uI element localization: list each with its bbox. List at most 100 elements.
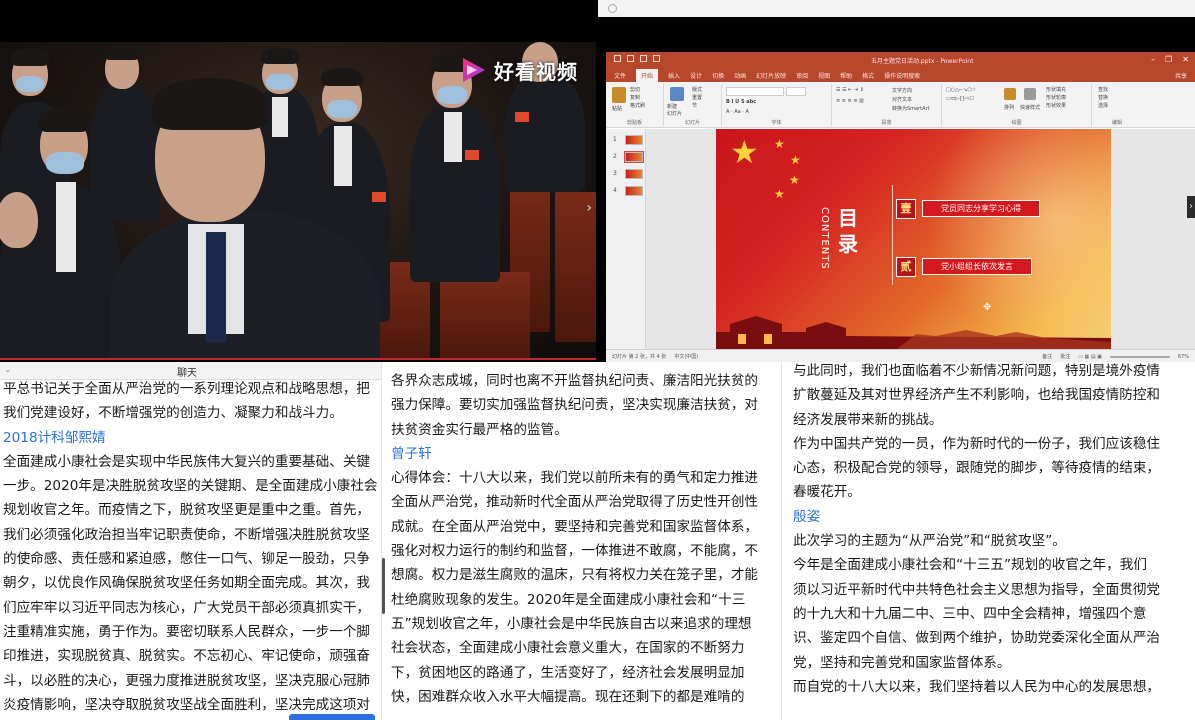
- shapes-gallery[interactable]: □○△⌐↘⬡☆: [946, 87, 976, 93]
- tab-review[interactable]: 审阅: [796, 71, 808, 80]
- chat-message-line: 全面建成小康社会是实现中华民族伟大复兴的重要基础、关键: [3, 453, 371, 470]
- layout-button[interactable]: 版式: [692, 86, 702, 93]
- chat-message-line: 全面从严治党，推动新时代全面从严治党取得了历史性开创性: [391, 494, 759, 511]
- chat-message-line: 印推进，实现脱贫真、脱贫实。不忘初心、牢记使命，顽强奋: [3, 648, 371, 665]
- chat-message-line: 的十九大和十九届二中、三中、四中全会精神，增强四个意: [793, 605, 1147, 622]
- comments-button[interactable]: 批注: [1060, 353, 1070, 360]
- toc-item[interactable]: 壹 党员同志分享学习心得: [896, 198, 1040, 219]
- scrollbar[interactable]: [382, 558, 385, 614]
- slide-contents-word: CONTENTS: [819, 207, 830, 270]
- chat-message-line: 五”规划收官之年，小康社会是中华民族自古以来追求的理想: [391, 615, 752, 632]
- tab-animations[interactable]: 动画: [734, 71, 746, 80]
- save-icon[interactable]: [614, 55, 621, 62]
- tab-view[interactable]: 视图: [818, 71, 830, 80]
- restore-icon[interactable]: ❐: [1165, 55, 1172, 64]
- tab-file[interactable]: 文件: [614, 71, 626, 80]
- paste-icon[interactable]: [612, 87, 626, 103]
- thumb-number: 3: [613, 170, 617, 177]
- notes-button[interactable]: 备注: [1042, 353, 1052, 360]
- zoom-slider[interactable]: [1109, 355, 1170, 358]
- language-indicator[interactable]: 中文(中国): [674, 353, 698, 360]
- redo-icon[interactable]: [640, 55, 647, 62]
- chat-message-line: 强力保障。要切实加强监督执纪问责，坚决实现廉洁扶贫，对: [391, 397, 759, 414]
- replace-button[interactable]: 替换: [1098, 94, 1108, 101]
- cut-button[interactable]: 剪切: [630, 86, 640, 93]
- font-style-buttons[interactable]: B I U S abc: [726, 99, 756, 105]
- start-from-beginning-icon[interactable]: [653, 55, 660, 62]
- font-color-buttons[interactable]: A · Aa · A: [726, 109, 749, 115]
- share-button[interactable]: 共享: [1175, 71, 1187, 80]
- chevron-down-icon[interactable]: ⌄: [4, 365, 12, 375]
- arrange-icon[interactable]: [1004, 88, 1016, 100]
- paste-button[interactable]: 粘贴: [612, 105, 622, 112]
- new-slide-button[interactable]: 新建 幻灯片: [667, 103, 682, 117]
- video-player[interactable]: 好看视频 ›: [0, 0, 596, 362]
- shape-outline-button[interactable]: 形状轮廓: [1046, 94, 1066, 101]
- window-dot-icon[interactable]: [608, 4, 617, 13]
- chat-column-3[interactable]: 与此同时，我们也面临着不少新情况新问题，特别是境外疫情 扩散蔓延及其对世界经济产生…: [781, 362, 1195, 720]
- slide-heading: 目录: [838, 206, 858, 256]
- tab-insert[interactable]: 插入: [668, 71, 680, 80]
- chat-message-line: 扶贫资金实行最严格的监管。: [391, 421, 568, 438]
- font-size-dropdown[interactable]: [786, 87, 806, 96]
- chat-message-line: 党，坚持和完善党和国家监督体系。: [793, 654, 1011, 671]
- slide-thumbnail[interactable]: [625, 186, 643, 196]
- shape-fill-button[interactable]: 形状填充: [1046, 86, 1066, 93]
- chat-title: 聊天: [177, 368, 197, 379]
- tab-slideshow[interactable]: 幻灯片放映: [756, 71, 786, 80]
- toc-item[interactable]: 贰 党小组组长依次发言: [896, 256, 1032, 277]
- close-icon[interactable]: ✕: [1182, 55, 1189, 64]
- smartart-button[interactable]: 转换为SmartArt: [892, 105, 930, 112]
- slide-thumbnail-selected[interactable]: [624, 151, 644, 163]
- new-slide-icon[interactable]: [670, 87, 684, 101]
- group-drawing: □○△⌐↘⬡☆ ▭⬭▷{}⇨☐ 排列 快速样式 形状填充 形状轮廓 形状效果 绘…: [942, 84, 1092, 126]
- tab-transitions[interactable]: 切换: [712, 71, 724, 80]
- find-button[interactable]: 查找: [1098, 86, 1108, 93]
- section-button[interactable]: 节: [692, 102, 697, 109]
- star-icon: ★: [790, 153, 801, 167]
- shape-effects-button[interactable]: 形状效果: [1046, 102, 1066, 109]
- chevron-right-icon[interactable]: ›: [1187, 196, 1195, 218]
- format-painter-button[interactable]: 格式刷: [630, 102, 645, 109]
- chat-message-line: 心态，积极配合党的领导，跟随党的脚步，等待疫情的结束，: [793, 460, 1161, 477]
- arrange-button[interactable]: 排列: [1004, 104, 1014, 111]
- tell-me-search[interactable]: 操作说明搜索: [884, 71, 920, 80]
- tab-format[interactable]: 格式: [862, 71, 874, 80]
- chat-message-line: 杜绝腐败现象的发生。2020年是全面建成小康社会和“十三: [391, 591, 746, 608]
- slide-thumbnail[interactable]: [625, 169, 643, 179]
- video-frame: [0, 42, 596, 360]
- chat-column-2[interactable]: 各界众志成城，同时也离不开监督执纪问责、廉洁阳光扶贫的 强力保障。要切实加强监督执…: [381, 362, 781, 720]
- align-text-button[interactable]: 对齐文本: [892, 96, 912, 103]
- slide-thumbnail[interactable]: [625, 135, 643, 145]
- list-buttons[interactable]: ☰ ☰ ⇤ ⇥ ↕: [836, 87, 864, 93]
- zoom-level[interactable]: 67%: [1178, 354, 1189, 360]
- quick-styles-icon[interactable]: [1024, 88, 1036, 100]
- font-name-dropdown[interactable]: [726, 87, 784, 96]
- text-direction-button[interactable]: 文字方向: [892, 87, 912, 94]
- share-window-titlebar: [598, 0, 1195, 17]
- chat-column-1[interactable]: 平总书记关于全面从严治党的一系列理论观点和战略思想，把 我们党建设好，不断增强党的…: [0, 362, 381, 720]
- current-slide[interactable]: ★ ★ ★ ★ ★ CONTENTS 目录 壹 党员同志分享学习心得 贰 党小组…: [716, 129, 1111, 350]
- chat-message-line: 此次学习的主题为“从严治党”和“脱贫攻坚”。: [793, 533, 1066, 550]
- tab-home[interactable]: 开始: [636, 68, 659, 82]
- group-paragraph: ☰ ☰ ⇤ ⇥ ↕ 文字方向 对齐文本 转换为SmartArt ≡ ≡ ≡ ≡ …: [832, 84, 942, 126]
- view-buttons[interactable]: ▭ ▦ ▤ ▣: [1078, 354, 1102, 360]
- tab-design[interactable]: 设计: [690, 71, 702, 80]
- copy-button[interactable]: 复制: [630, 94, 640, 101]
- active-tab-indicator[interactable]: [289, 714, 375, 720]
- reset-button[interactable]: 重置: [692, 94, 702, 101]
- thumb-number: 1: [613, 136, 617, 143]
- toc-label: 党员同志分享学习心得: [922, 200, 1040, 217]
- minimize-icon[interactable]: –: [1151, 55, 1155, 64]
- tab-help[interactable]: 帮助: [840, 71, 852, 80]
- undo-icon[interactable]: [627, 55, 634, 62]
- shapes-gallery[interactable]: ▭⬭▷{}⇨☐: [946, 96, 974, 102]
- select-button[interactable]: 选择: [1098, 102, 1108, 109]
- toc-label: 党小组组长依次发言: [922, 258, 1032, 275]
- quick-styles-button[interactable]: 快速样式: [1020, 104, 1040, 111]
- chevron-right-icon[interactable]: ›: [586, 200, 592, 216]
- group-label: 绘图: [1011, 120, 1022, 126]
- video-progress-bar[interactable]: [0, 358, 596, 360]
- align-buttons[interactable]: ≡ ≡ ≡ ≡ ▥: [836, 98, 864, 104]
- divider: [892, 185, 893, 285]
